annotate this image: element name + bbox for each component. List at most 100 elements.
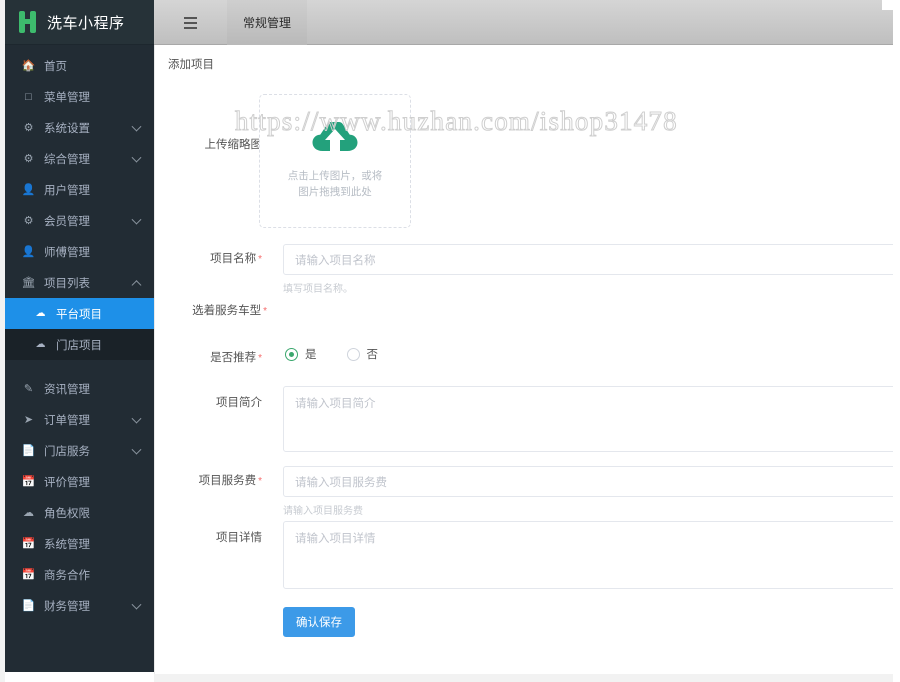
sidebar-item-member-management[interactable]: ⚙ 会员管理	[5, 205, 154, 236]
app-logo-icon	[18, 11, 38, 33]
bank-icon: 🏛	[21, 277, 36, 289]
project-detail-textarea[interactable]: 请输入项目详情	[283, 521, 893, 589]
sidebar-item-system-management[interactable]: 📅 系统管理	[5, 528, 154, 559]
calendar-icon: 📅	[21, 569, 36, 581]
form-row-project-detail: 项目详情 请输入项目详情	[155, 521, 893, 601]
top-tab-bar: 常规管理	[154, 0, 893, 45]
form-row-service-fee: 项目服务费 * 请输入项目服务费 请输入项目服务费	[155, 464, 893, 521]
service-fee-input[interactable]: 请输入项目服务费	[283, 466, 893, 497]
radio-dot-icon	[346, 347, 360, 361]
brand-header: 洗车小程序	[5, 0, 154, 45]
page-title: 添加项目	[168, 59, 214, 71]
send-icon: ➤	[23, 414, 34, 426]
chevron-down-icon	[131, 121, 142, 132]
home-icon: 🏠	[21, 60, 36, 72]
sidebar-item-user-management[interactable]: 👤 用户管理	[5, 174, 154, 205]
sidebar-item-label: 资讯管理	[44, 383, 90, 396]
sidebar-item-menu-management[interactable]: □ 菜单管理	[5, 81, 154, 112]
sidebar-item-home[interactable]: 🏠 首页	[5, 50, 154, 81]
chevron-down-icon	[131, 599, 142, 610]
chevron-down-icon	[131, 214, 142, 225]
upload-dropzone[interactable]: 点击上传图片，或将 图片拖拽到此处	[259, 94, 411, 228]
radio-label: 是	[305, 349, 317, 361]
sidebar-item-label: 会员管理	[44, 215, 90, 228]
brand-title: 洗车小程序	[47, 14, 125, 32]
user-icon: 👤	[21, 246, 36, 258]
form-row-car-type: 选着服务车型 *	[155, 298, 893, 344]
tab-label: 常规管理	[242, 16, 291, 30]
sidebar-item-label: 系统管理	[44, 538, 90, 551]
sidebar-item-comprehensive-management[interactable]: ⚙ 综合管理	[5, 143, 154, 174]
sidebar-item-project-list[interactable]: 🏛 项目列表	[5, 267, 154, 298]
required-marker: *	[263, 306, 267, 317]
calendar-icon: 📅	[21, 538, 36, 550]
service-fee-hint: 请输入项目服务费	[283, 506, 363, 517]
gears-icon: ⚙	[23, 122, 34, 134]
content-bottom-edge	[154, 674, 893, 682]
project-name-hint: 填写项目名称。	[283, 284, 353, 295]
sidebar-item-label: 用户管理	[44, 184, 90, 197]
recommend-radio-group: 是 否	[285, 346, 378, 362]
sidebar-item-label: 师傅管理	[44, 246, 90, 259]
required-marker: *	[258, 254, 262, 265]
radio-recommend-no[interactable]: 否	[346, 346, 379, 362]
form-row-project-brief: 项目简介 请输入项目简介	[155, 386, 893, 464]
sidebar-subitem-label: 平台项目	[56, 308, 102, 321]
topbar-corner-gap	[882, 0, 900, 10]
sidebar-item-master-management[interactable]: 👤 师傅管理	[5, 236, 154, 267]
sidebar-subitem-platform-project[interactable]: ☁ 平台项目	[5, 298, 154, 329]
file-icon: 📄	[21, 445, 36, 457]
sidebar-subitem-store-project[interactable]: ☁ 门店项目	[5, 329, 154, 360]
sidebar-item-label: 项目列表	[44, 277, 90, 290]
save-button[interactable]: 确认保存	[283, 607, 355, 637]
project-form: 上传缩略图 点击上传图片，或将 图片拖拽到此处 项目名称 * 请输入项目名称 填…	[155, 87, 893, 651]
sidebar-submenu-project-list: ☁ 平台项目 ☁ 门店项目	[5, 298, 154, 360]
file-icon: 📄	[21, 600, 36, 612]
recommend-label: 是否推荐 *	[210, 352, 262, 364]
project-name-label: 项目名称 *	[210, 253, 262, 265]
sidebar-item-label: 订单管理	[44, 414, 90, 427]
sidebar-item-review-management[interactable]: 📅 评价管理	[5, 466, 154, 497]
cloud-icon: ☁	[23, 507, 34, 519]
upload-hint-line1: 点击上传图片，或将	[287, 170, 383, 182]
car-type-label: 选着服务车型 *	[192, 305, 267, 317]
radio-label: 否	[366, 349, 379, 361]
form-row-project-name: 项目名称 * 请输入项目名称 填写项目名称。	[155, 242, 893, 298]
sidebar-item-business-cooperation[interactable]: 📅 商务合作	[5, 559, 154, 590]
tab-general-management[interactable]: 常规管理	[227, 0, 307, 45]
radio-recommend-yes[interactable]: 是	[285, 346, 317, 362]
upload-hint-line2: 图片拖拽到此处	[298, 186, 372, 198]
sidebar-item-label: 系统设置	[44, 122, 90, 135]
content-area: 添加项目 https://www.huzhan.com/ishop31478 上…	[154, 45, 893, 674]
service-fee-label: 项目服务费 *	[198, 475, 262, 487]
project-brief-label: 项目简介	[216, 397, 262, 409]
sidebar-item-label: 角色权限	[44, 507, 90, 520]
sidebar-item-label: 门店服务	[44, 445, 90, 458]
upload-label: 上传缩略图	[204, 139, 263, 151]
sidebar-item-news-management[interactable]: ✎ 资讯管理	[5, 373, 154, 404]
project-name-input[interactable]: 请输入项目名称	[283, 244, 893, 275]
project-brief-textarea[interactable]: 请输入项目简介	[283, 386, 893, 452]
sidebar-nav: 🏠 首页 □ 菜单管理 ⚙ 系统设置 ⚙ 综合管理 👤 用户管理 ⚙ 会员管理 …	[5, 45, 154, 621]
sidebar-item-label: 商务合作	[44, 569, 90, 582]
sidebar-item-store-service[interactable]: 📄 门店服务	[5, 435, 154, 466]
sidebar-item-label: 首页	[44, 60, 67, 73]
chevron-down-icon	[131, 152, 142, 163]
chevron-down-icon	[131, 444, 142, 455]
radio-dot-icon	[285, 347, 298, 361]
page-right-margin	[893, 0, 900, 682]
project-detail-label: 项目详情	[216, 532, 262, 544]
sidebar-item-system-settings[interactable]: ⚙ 系统设置	[5, 112, 154, 143]
user-icon: 👤	[21, 184, 36, 196]
gears-icon: ⚙	[23, 215, 34, 227]
sidebar-item-role-permission[interactable]: ☁ 角色权限	[5, 497, 154, 528]
sidebar-item-order-management[interactable]: ➤ 订单管理	[5, 404, 154, 435]
required-marker: *	[258, 353, 262, 364]
chevron-up-icon	[131, 279, 142, 290]
sidebar-item-label: 综合管理	[44, 153, 90, 166]
sidebar-item-finance-management[interactable]: 📄 财务管理	[5, 590, 154, 621]
tab-menu-toggle[interactable]	[154, 0, 227, 45]
page-left-border	[0, 0, 5, 682]
cloud-icon: ☁	[35, 339, 46, 350]
